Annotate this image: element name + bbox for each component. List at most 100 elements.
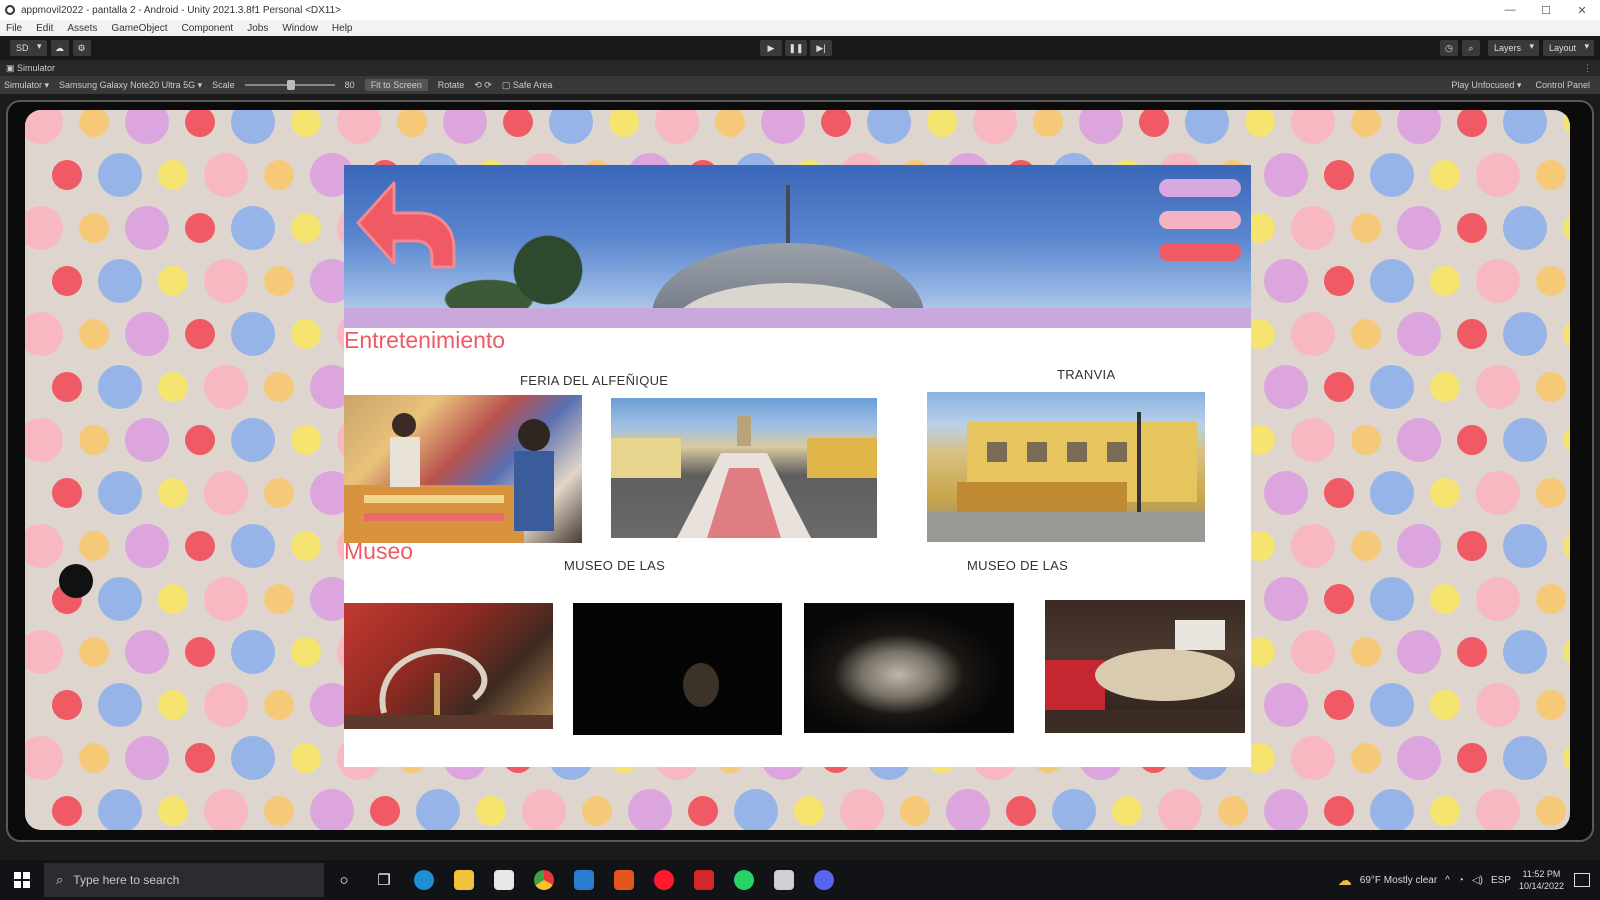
background-dot [264, 372, 294, 402]
mail-icon[interactable] [564, 860, 604, 900]
close-button[interactable]: ✕ [1564, 4, 1600, 17]
store-icon[interactable] [484, 860, 524, 900]
history-icon[interactable]: ◷ [1439, 40, 1458, 56]
layers-dropdown[interactable]: Layers [1487, 40, 1539, 56]
collab-icon[interactable]: ⚙ [72, 40, 91, 56]
hamburger-menu-button[interactable] [1159, 179, 1241, 261]
play-mode-dropdown[interactable]: Play Unfocused ▾ [1437, 80, 1521, 91]
file-explorer-icon[interactable] [444, 860, 484, 900]
weather-text[interactable]: 69°F Mostly clear [1360, 875, 1437, 886]
background-dot [655, 110, 699, 144]
network-icon[interactable]: ◔ [1458, 875, 1464, 886]
background-dot [185, 110, 215, 137]
background-dot [1430, 266, 1460, 296]
photo-museum-sculpture[interactable] [344, 603, 553, 729]
background-dot [1503, 110, 1547, 144]
unity-taskbar-icon[interactable] [764, 860, 804, 900]
background-dot [1291, 630, 1335, 674]
background-dot [1457, 319, 1487, 349]
windows-start-icon[interactable] [14, 872, 30, 888]
cortana-icon[interactable]: ○ [324, 860, 364, 900]
photo-feria-stall[interactable] [344, 395, 582, 543]
chrome-icon[interactable] [524, 860, 564, 900]
search-icon[interactable]: ⌕ [1461, 40, 1480, 56]
simulator-tab-label: Simulator [17, 62, 56, 73]
menu-assets[interactable]: Assets [67, 23, 97, 34]
background-dot [1476, 683, 1520, 727]
background-dot [264, 584, 294, 614]
menu-gameobject[interactable]: GameObject [111, 23, 167, 34]
background-dot [867, 110, 911, 144]
caption-museo-1: MUSEO DE LAS [564, 558, 666, 573]
background-dot [628, 789, 672, 830]
clock[interactable]: 11:52 PM 10/14/2022 [1519, 868, 1564, 892]
menu-edit[interactable]: Edit [36, 23, 53, 34]
simulator-tab[interactable]: ▣ Simulator [6, 63, 55, 74]
task-view-icon[interactable]: ❐ [364, 860, 404, 900]
control-panel-button[interactable]: Control Panel [1535, 80, 1590, 91]
menu-help[interactable]: Help [332, 23, 353, 34]
background-dot [794, 796, 824, 826]
language-indicator[interactable]: ESP [1491, 875, 1511, 886]
photo-museum-display[interactable] [1045, 600, 1245, 733]
tray-chevron-icon[interactable]: ^ [1445, 875, 1450, 886]
background-dot [1033, 110, 1063, 137]
app-panel: Entretenimiento FERIA DEL ALFEÑIQUE TRAN… [344, 165, 1251, 767]
background-dot [185, 531, 215, 561]
background-dot [125, 312, 169, 356]
more-options-icon[interactable]: ⋮ [1583, 63, 1592, 74]
discord-icon[interactable] [804, 860, 844, 900]
background-dot [1112, 796, 1142, 826]
background-dot [1563, 213, 1570, 243]
background-dot [79, 743, 109, 773]
office-icon[interactable] [604, 860, 644, 900]
notification-icon[interactable] [1574, 873, 1590, 887]
step-button[interactable]: ▶| [810, 40, 832, 56]
device-dropdown[interactable]: Samsung Galaxy Note20 Ultra 5G ▾ [59, 80, 202, 91]
photo-museum-mummy[interactable] [804, 603, 1014, 733]
photo-tranvia[interactable] [927, 392, 1205, 542]
edge-icon[interactable] [404, 860, 444, 900]
background-dot [1370, 365, 1414, 409]
unity-logo-icon [5, 5, 15, 15]
menu-jobs[interactable]: Jobs [247, 23, 268, 34]
background-dot [158, 584, 188, 614]
header-banner-image [344, 165, 1251, 328]
background-dot [52, 690, 82, 720]
volume-icon[interactable]: ◁) [1472, 875, 1483, 886]
background-dot [291, 531, 321, 561]
background-dot [1291, 312, 1335, 356]
background-dot [25, 524, 63, 568]
cloud-icon[interactable]: ☁ [50, 40, 69, 56]
background-dot [1139, 110, 1169, 137]
background-dot [1457, 637, 1487, 667]
menu-window[interactable]: Window [282, 23, 318, 34]
fit-to-screen-button[interactable]: Fit to Screen [364, 79, 428, 91]
mega-icon[interactable] [684, 860, 724, 900]
whatsapp-icon[interactable] [724, 860, 764, 900]
maximize-button[interactable]: ☐ [1528, 4, 1564, 17]
minimize-button[interactable]: — [1492, 4, 1528, 17]
back-arrow-icon[interactable] [354, 179, 460, 271]
menu-component[interactable]: Component [182, 23, 234, 34]
scale-slider[interactable] [244, 80, 335, 90]
pause-button[interactable]: ❚❚ [785, 40, 807, 56]
account-label: SD [16, 43, 29, 53]
rotate-icon[interactable]: ⟲ ⟳ [474, 80, 492, 91]
account-dropdown[interactable]: SD [10, 40, 47, 56]
play-button[interactable]: ▶ [760, 40, 782, 56]
background-dot [1264, 577, 1308, 621]
menu-file[interactable]: File [6, 23, 22, 34]
background-dot [25, 418, 63, 462]
scale-slider-knob[interactable] [286, 80, 295, 90]
background-dot [79, 637, 109, 667]
photo-museum-dark-figure[interactable] [573, 603, 782, 735]
background-dot [1351, 743, 1381, 773]
layout-dropdown[interactable]: Layout [1542, 40, 1594, 56]
safe-area-toggle[interactable]: ▢ Safe Area [502, 80, 553, 91]
caption-museo-2: MUSEO DE LAS [967, 558, 1069, 573]
opera-icon[interactable] [644, 860, 684, 900]
mode-dropdown[interactable]: Simulator ▾ [4, 80, 49, 91]
taskbar-search-input[interactable]: ⌕ Type here to search [44, 863, 324, 897]
photo-street-carpet[interactable] [611, 398, 877, 538]
